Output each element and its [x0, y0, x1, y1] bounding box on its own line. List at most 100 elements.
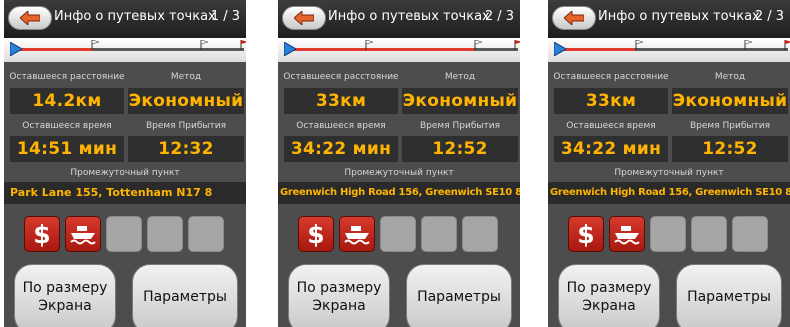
route-track-done — [556, 48, 635, 51]
back-button[interactable] — [552, 6, 596, 30]
restriction-slot-empty[interactable] — [732, 216, 768, 252]
restriction-slot-empty[interactable] — [147, 216, 183, 252]
back-arrow-icon — [294, 11, 314, 25]
page-title: Инфо о путевых точках — [54, 9, 216, 24]
method-value[interactable]: Экономный — [402, 88, 518, 114]
method-value[interactable]: Экономный — [128, 88, 244, 114]
waypoint-flag-icon — [474, 40, 482, 50]
arrival-time-label: Время Прибытия — [420, 121, 500, 131]
arrival-time-value: 12:52 — [402, 136, 518, 162]
back-arrow-icon — [20, 11, 40, 25]
remaining-time-label: Оставшееся время — [566, 121, 656, 131]
page-title: Инфо о путевых точках — [598, 9, 760, 24]
waypoint-address: Greenwich High Road 156, Greenwich SE10 … — [278, 182, 520, 204]
restriction-slot-empty[interactable] — [421, 216, 457, 252]
waypoint-address: Greenwich High Road 156, Greenwich SE10 … — [548, 182, 790, 204]
method-label: Метод — [444, 72, 476, 82]
route-track — [10, 40, 246, 56]
waypoint-label: Промежуточный пункт — [614, 168, 724, 178]
remaining-distance-value: 14.2км — [10, 88, 124, 114]
title-bar: Инфо о путевых точках 1 / 3 — [4, 0, 246, 39]
waypoint-label: Промежуточный пункт — [70, 168, 180, 178]
toll-road-toggle[interactable]: $ — [568, 216, 604, 252]
back-arrow-icon — [564, 11, 584, 25]
fit-to-screen-button[interactable]: По размеру Экрана — [14, 264, 116, 327]
screen-2: Инфо о путевых точках 2 / 3 Оставшееся р… — [278, 0, 520, 327]
fit-to-screen-label-line1: По размеру — [296, 280, 382, 296]
toll-road-toggle[interactable]: $ — [24, 216, 60, 252]
remaining-time-value: 34:22 мин — [284, 136, 398, 162]
parameters-button[interactable]: Параметры — [132, 264, 238, 327]
waypoint-flag-icon — [744, 40, 752, 50]
page-indicator: 2 / 3 — [484, 9, 514, 24]
back-button[interactable] — [8, 6, 52, 30]
toll-road-icon: $ — [577, 220, 595, 249]
arrival-time-label: Время Прибытия — [146, 121, 226, 131]
toll-road-icon: $ — [307, 220, 325, 249]
parameters-label: Параметры — [417, 289, 501, 305]
arrival-time-value: 12:52 — [672, 136, 788, 162]
ferry-toggle[interactable] — [65, 216, 101, 252]
toll-road-icon: $ — [33, 220, 51, 249]
waypoint-flag-icon — [365, 40, 373, 50]
waypoint-label: Промежуточный пункт — [344, 168, 454, 178]
method-label: Метод — [714, 72, 746, 82]
fit-to-screen-label-line2: Экрана — [312, 298, 366, 314]
route-progress-bar — [278, 38, 520, 62]
waypoint-flag-icon — [91, 40, 99, 50]
waypoint-address: Park Lane 155, Tottenham N17 8 — [4, 182, 246, 204]
route-restrictions-row: $ — [4, 204, 246, 264]
parameters-label: Параметры — [687, 289, 771, 305]
page-indicator: 1 / 3 — [210, 9, 240, 24]
route-track-done — [12, 48, 94, 51]
route-info-panel: Оставшееся расстояние Метод 14.2км Эконо… — [4, 62, 246, 182]
route-track — [554, 40, 790, 56]
ferry-toggle[interactable] — [609, 216, 645, 252]
fit-to-screen-label-line2: Экрана — [582, 298, 636, 314]
ferry-icon — [70, 226, 96, 245]
toll-road-toggle[interactable]: $ — [298, 216, 334, 252]
remaining-distance-value: 33км — [554, 88, 668, 114]
route-info-panel: Оставшееся расстояние Метод 33км Экономн… — [278, 62, 520, 182]
fit-to-screen-label-line2: Экрана — [38, 298, 92, 314]
ferry-icon — [614, 226, 640, 245]
back-button[interactable] — [282, 6, 326, 30]
restriction-slot-empty[interactable] — [650, 216, 686, 252]
start-position-icon — [10, 42, 22, 56]
fit-to-screen-button[interactable]: По размеру Экрана — [288, 264, 390, 327]
ferry-icon — [344, 226, 370, 245]
restriction-slot-empty[interactable] — [380, 216, 416, 252]
bottom-buttons: По размеру Экрана Параметры — [548, 264, 790, 327]
restriction-slot-empty[interactable] — [106, 216, 142, 252]
restriction-slot-empty[interactable] — [462, 216, 498, 252]
method-value[interactable]: Экономный — [672, 88, 788, 114]
title-bar: Инфо о путевых точках 2 / 3 — [278, 0, 520, 39]
remaining-time-label: Оставшееся время — [22, 121, 112, 131]
remaining-time-value: 34:22 мин — [554, 136, 668, 162]
screen-3: Инфо о путевых точках 2 / 3 Оставшееся р… — [548, 0, 790, 327]
ferry-toggle[interactable] — [339, 216, 375, 252]
start-position-icon — [554, 42, 566, 56]
restriction-slot-empty[interactable] — [691, 216, 727, 252]
fit-to-screen-label-line1: По размеру — [566, 280, 652, 296]
restriction-slot-empty[interactable] — [188, 216, 224, 252]
start-position-icon — [284, 42, 296, 56]
waypoint-flag-icon — [635, 40, 643, 50]
route-track-done — [286, 48, 474, 51]
parameters-button[interactable]: Параметры — [676, 264, 782, 327]
parameters-button[interactable]: Параметры — [406, 264, 512, 327]
title-bar: Инфо о путевых точках 2 / 3 — [548, 0, 790, 39]
remaining-distance-label: Оставшееся расстояние — [9, 72, 125, 82]
method-label: Метод — [170, 72, 202, 82]
route-progress-bar — [4, 38, 246, 62]
remaining-distance-label: Оставшееся расстояние — [283, 72, 399, 82]
remaining-distance-label: Оставшееся расстояние — [553, 72, 669, 82]
waypoint-flag-icon — [200, 40, 208, 50]
remaining-distance-value: 33км — [284, 88, 398, 114]
arrival-time-value: 12:32 — [128, 136, 244, 162]
fit-to-screen-button[interactable]: По размеру Экрана — [558, 264, 660, 327]
remaining-time-value: 14:51 мин — [10, 136, 124, 162]
route-info-panel: Оставшееся расстояние Метод 33км Экономн… — [548, 62, 790, 182]
destination-flag-icon — [784, 40, 790, 50]
bottom-buttons: По размеру Экрана Параметры — [278, 264, 520, 327]
